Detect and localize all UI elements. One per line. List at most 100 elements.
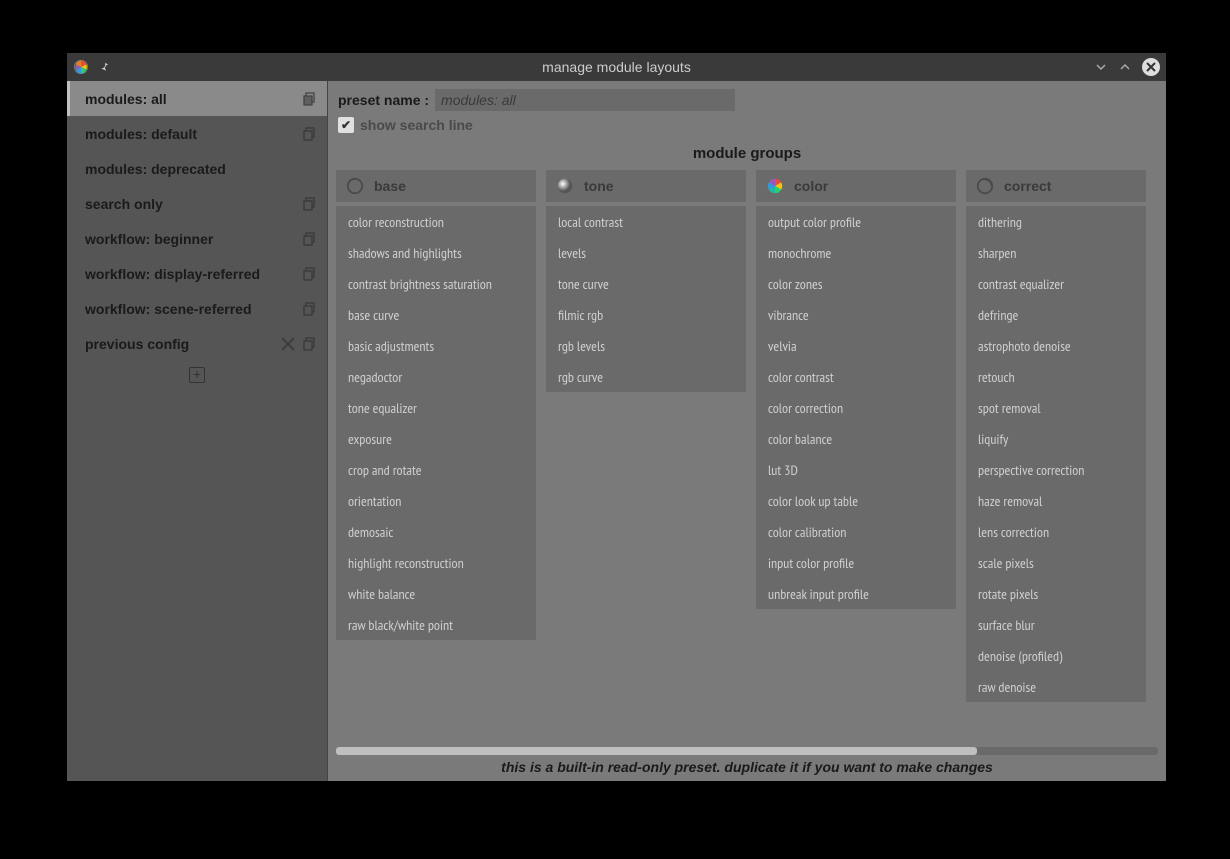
module-group: base color reconstructionshadows and high… bbox=[336, 170, 536, 737]
minimize-button[interactable] bbox=[1094, 60, 1108, 74]
delete-icon[interactable] bbox=[281, 337, 295, 351]
preset-row[interactable]: workflow: display-referred bbox=[67, 256, 327, 291]
module-item[interactable]: unbreak input profile bbox=[756, 578, 956, 609]
module-item[interactable]: scale pixels bbox=[966, 547, 1146, 578]
module-item[interactable]: shadows and highlights bbox=[336, 237, 536, 268]
dialog-window: manage module layouts modules: allmodule… bbox=[67, 53, 1166, 781]
preset-row[interactable]: search only bbox=[67, 186, 327, 221]
module-item[interactable]: base curve bbox=[336, 299, 536, 330]
duplicate-icon[interactable] bbox=[303, 92, 317, 106]
preset-row-actions bbox=[303, 92, 317, 106]
module-item[interactable]: input color profile bbox=[756, 547, 956, 578]
module-item[interactable]: lut 3D bbox=[756, 454, 956, 485]
module-item[interactable]: liquify bbox=[966, 423, 1146, 454]
dialog-body: modules: all modules: default modules: dep… bbox=[67, 81, 1166, 781]
maximize-button[interactable] bbox=[1118, 60, 1132, 74]
module-item[interactable]: spot removal bbox=[966, 392, 1146, 423]
module-item[interactable]: white balance bbox=[336, 578, 536, 609]
module-group-label: color bbox=[794, 178, 828, 194]
module-item[interactable]: demosaic bbox=[336, 516, 536, 547]
module-item[interactable]: raw black/white point bbox=[336, 609, 536, 640]
module-item[interactable]: color reconstruction bbox=[336, 206, 536, 237]
preset-name-input[interactable] bbox=[435, 89, 735, 111]
window-controls bbox=[1094, 58, 1160, 76]
module-item[interactable]: exposure bbox=[336, 423, 536, 454]
module-item[interactable]: haze removal bbox=[966, 485, 1146, 516]
preset-row[interactable]: modules: all bbox=[67, 81, 327, 116]
module-item[interactable]: color calibration bbox=[756, 516, 956, 547]
show-search-checkbox[interactable]: ✔ bbox=[338, 117, 354, 133]
duplicate-icon[interactable] bbox=[303, 232, 317, 246]
module-group-header[interactable]: base bbox=[336, 170, 536, 202]
preset-name-label: preset name : bbox=[338, 92, 429, 108]
module-item[interactable]: basic adjustments bbox=[336, 330, 536, 361]
module-groups-title: module groups bbox=[336, 145, 1158, 162]
module-item[interactable]: lens correction bbox=[966, 516, 1146, 547]
scrollbar-thumb[interactable] bbox=[336, 747, 977, 755]
module-item[interactable]: filmic rgb bbox=[546, 299, 746, 330]
preset-row[interactable]: modules: deprecated bbox=[67, 151, 327, 186]
preset-row-actions bbox=[303, 197, 317, 211]
duplicate-icon[interactable] bbox=[303, 302, 317, 316]
module-item[interactable]: output color profile bbox=[756, 206, 956, 237]
titlebar-left-icons bbox=[73, 59, 111, 75]
module-item[interactable]: highlight reconstruction bbox=[336, 547, 536, 578]
module-item[interactable]: crop and rotate bbox=[336, 454, 536, 485]
module-item[interactable]: sharpen bbox=[966, 237, 1146, 268]
module-group-header[interactable]: color bbox=[756, 170, 956, 202]
module-item[interactable]: vibrance bbox=[756, 299, 956, 330]
gradient-sphere-icon bbox=[556, 177, 574, 195]
module-item[interactable]: color zones bbox=[756, 268, 956, 299]
module-group-body: local contrastlevelstone curvefilmic rgb… bbox=[546, 206, 746, 392]
module-item[interactable]: dithering bbox=[966, 206, 1146, 237]
module-item[interactable]: negadoctor bbox=[336, 361, 536, 392]
module-item[interactable]: levels bbox=[546, 237, 746, 268]
module-group-label: correct bbox=[1004, 178, 1051, 194]
preset-row-actions bbox=[281, 337, 317, 351]
duplicate-icon[interactable] bbox=[303, 197, 317, 211]
module-item[interactable]: surface blur bbox=[966, 609, 1146, 640]
duplicate-icon[interactable] bbox=[303, 337, 317, 351]
module-item[interactable]: raw denoise bbox=[966, 671, 1146, 702]
module-item[interactable]: color correction bbox=[756, 392, 956, 423]
module-groups-container: base color reconstructionshadows and high… bbox=[336, 170, 1158, 777]
module-group-label: base bbox=[374, 178, 406, 194]
module-item[interactable]: denoise (profiled) bbox=[966, 640, 1146, 671]
module-item[interactable]: monochrome bbox=[756, 237, 956, 268]
preset-row[interactable]: workflow: beginner bbox=[67, 221, 327, 256]
module-item[interactable]: astrophoto denoise bbox=[966, 330, 1146, 361]
module-item[interactable]: defringe bbox=[966, 299, 1146, 330]
add-preset-button[interactable]: + bbox=[189, 367, 205, 383]
module-item[interactable]: tone equalizer bbox=[336, 392, 536, 423]
module-item[interactable]: contrast equalizer bbox=[966, 268, 1146, 299]
module-item[interactable]: rotate pixels bbox=[966, 578, 1146, 609]
app-icon bbox=[73, 59, 89, 75]
module-item[interactable]: retouch bbox=[966, 361, 1146, 392]
module-group-header[interactable]: tone bbox=[546, 170, 746, 202]
module-group-header[interactable]: correct bbox=[966, 170, 1146, 202]
module-item[interactable]: orientation bbox=[336, 485, 536, 516]
module-item[interactable]: color look up table bbox=[756, 485, 956, 516]
horizontal-scrollbar[interactable] bbox=[336, 747, 1158, 755]
module-item[interactable]: local contrast bbox=[546, 206, 746, 237]
pin-icon[interactable] bbox=[97, 60, 111, 74]
module-item[interactable]: tone curve bbox=[546, 268, 746, 299]
duplicate-icon[interactable] bbox=[303, 127, 317, 141]
duplicate-icon[interactable] bbox=[303, 267, 317, 281]
module-item[interactable]: rgb curve bbox=[546, 361, 746, 392]
preset-label: modules: default bbox=[85, 126, 303, 142]
module-item[interactable]: perspective correction bbox=[966, 454, 1146, 485]
module-item[interactable]: rgb levels bbox=[546, 330, 746, 361]
module-item[interactable]: color contrast bbox=[756, 361, 956, 392]
preset-label: workflow: beginner bbox=[85, 231, 303, 247]
preset-row-actions bbox=[303, 302, 317, 316]
preset-row[interactable]: workflow: scene-referred bbox=[67, 291, 327, 326]
module-item[interactable]: velvia bbox=[756, 330, 956, 361]
preset-row-actions bbox=[303, 127, 317, 141]
module-item[interactable]: color balance bbox=[756, 423, 956, 454]
preset-row[interactable]: previous config bbox=[67, 326, 327, 361]
preset-label: workflow: scene-referred bbox=[85, 301, 303, 317]
module-item[interactable]: contrast brightness saturation bbox=[336, 268, 536, 299]
close-button[interactable] bbox=[1142, 58, 1160, 76]
preset-row[interactable]: modules: default bbox=[67, 116, 327, 151]
